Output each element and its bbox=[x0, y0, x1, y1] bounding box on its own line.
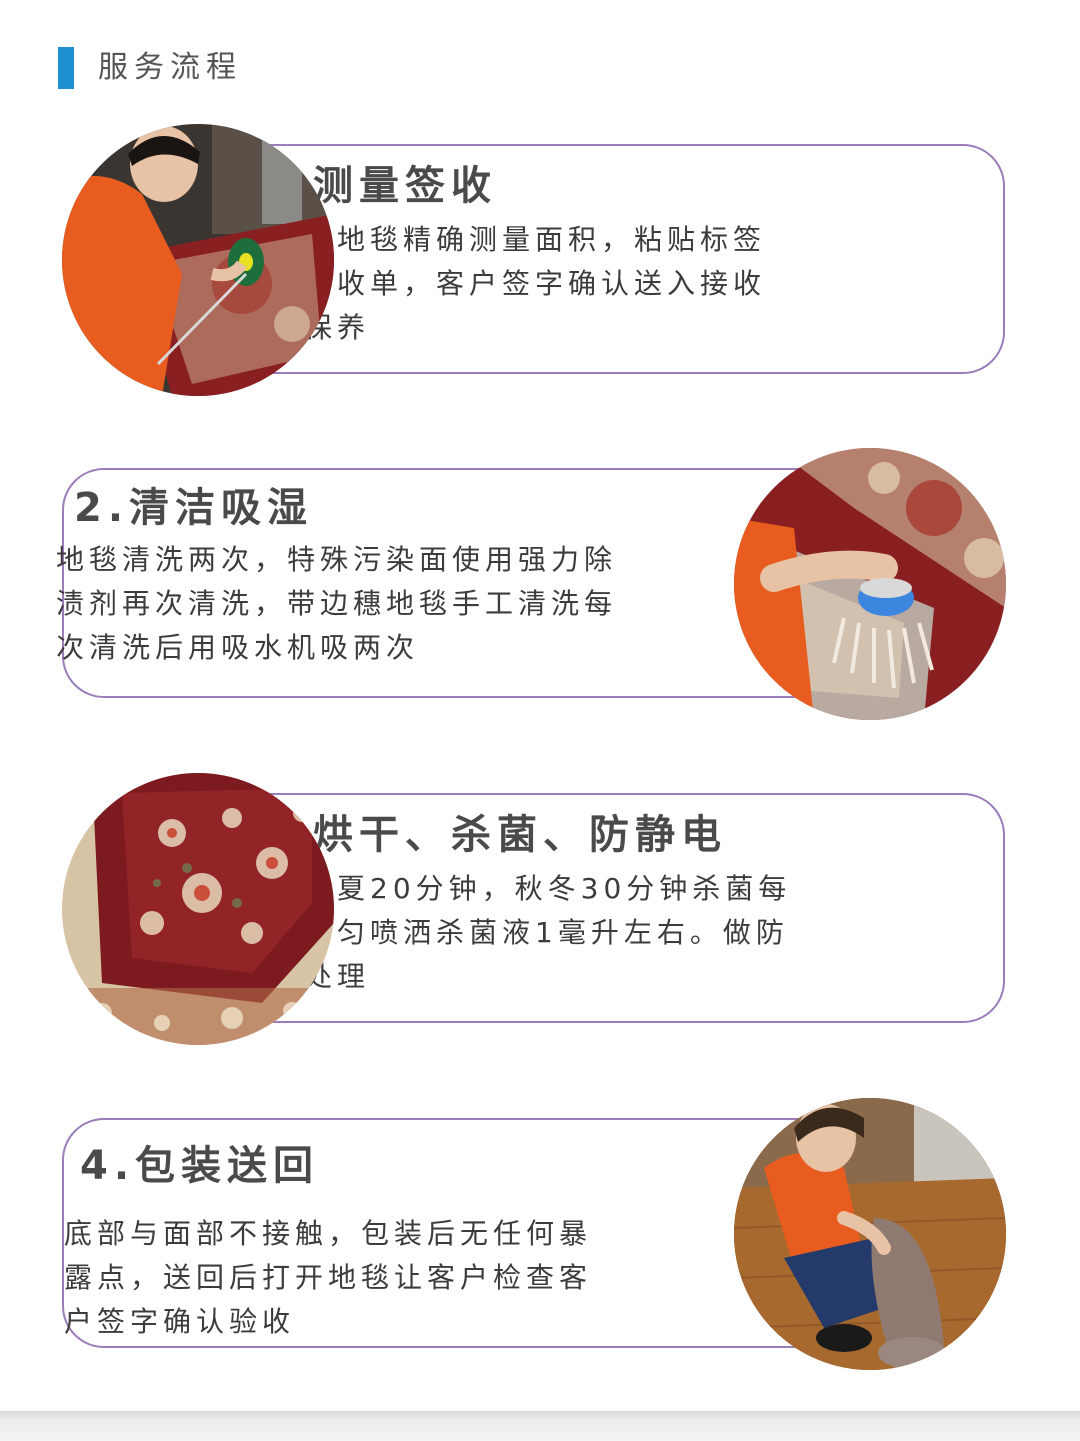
step-description-line: 户签字确认验收 bbox=[64, 1305, 296, 1338]
step-description: 地毯清洗两次，特殊污染面使用强力除 渍剂再次清洗，带边穗地毯手工清洗每 次清洗后… bbox=[56, 538, 617, 670]
section-header: 服务流程 bbox=[58, 46, 242, 90]
step-description-line: 渍剂再次清洗，带边穗地毯手工清洗每 bbox=[56, 587, 618, 620]
step-card-2: 2.清洁吸湿 地毯清洗两次，特殊污染面使用强力除 渍剂再次清洗，带边穗地毯手工清… bbox=[0, 448, 1080, 748]
rug-pattern-photo-icon bbox=[62, 773, 334, 1045]
rolled-rug-photo-icon bbox=[734, 1098, 1006, 1370]
header-accent-bar bbox=[58, 47, 74, 89]
step-card-1: 1.测量签收 小面积地毯精确测量面积，粘贴标签 开据接收单，客户签字确认送入接收… bbox=[0, 124, 1080, 424]
step-description: 底部与面部不接触，包装后无任何暴 露点，送回后打开地毯让客户检查客 户签字确认验… bbox=[64, 1212, 592, 1344]
rug-pattern-photo bbox=[62, 773, 334, 1045]
bottom-divider bbox=[0, 1411, 1080, 1441]
measuring-rug-photo bbox=[62, 124, 334, 396]
step-description-line: 地毯清洗两次，特殊污染面使用强力除 bbox=[56, 543, 618, 576]
step-description-line: 次清洗后用吸水机吸两次 bbox=[56, 631, 420, 664]
page-title: 服务流程 bbox=[98, 50, 242, 85]
brushing-fringe-photo-icon bbox=[734, 448, 1006, 720]
step-description-line: 露点，送回后打开地毯让客户检查客 bbox=[64, 1261, 593, 1294]
step-card-4: 4.包装送回 底部与面部不接触，包装后无任何暴 露点，送回后打开地毯让客户检查客… bbox=[0, 1098, 1080, 1398]
brushing-fringe-photo bbox=[734, 448, 1006, 720]
step-title: 3.烘干、杀菌、防静电 bbox=[258, 812, 728, 858]
step-description-line: 底部与面部不接触，包装后无任何暴 bbox=[64, 1217, 593, 1250]
measuring-rug-photo-icon bbox=[62, 124, 334, 396]
step-card-3: 3.烘干、杀菌、防静电 烘干春夏20分钟，秋冬30分钟杀菌每 平米均匀喷洒杀菌液… bbox=[0, 773, 1080, 1073]
step-title: 2.清洁吸湿 bbox=[74, 485, 314, 531]
step-title: 4.包装送回 bbox=[80, 1143, 320, 1189]
rolled-rug-photo bbox=[734, 1098, 1006, 1370]
